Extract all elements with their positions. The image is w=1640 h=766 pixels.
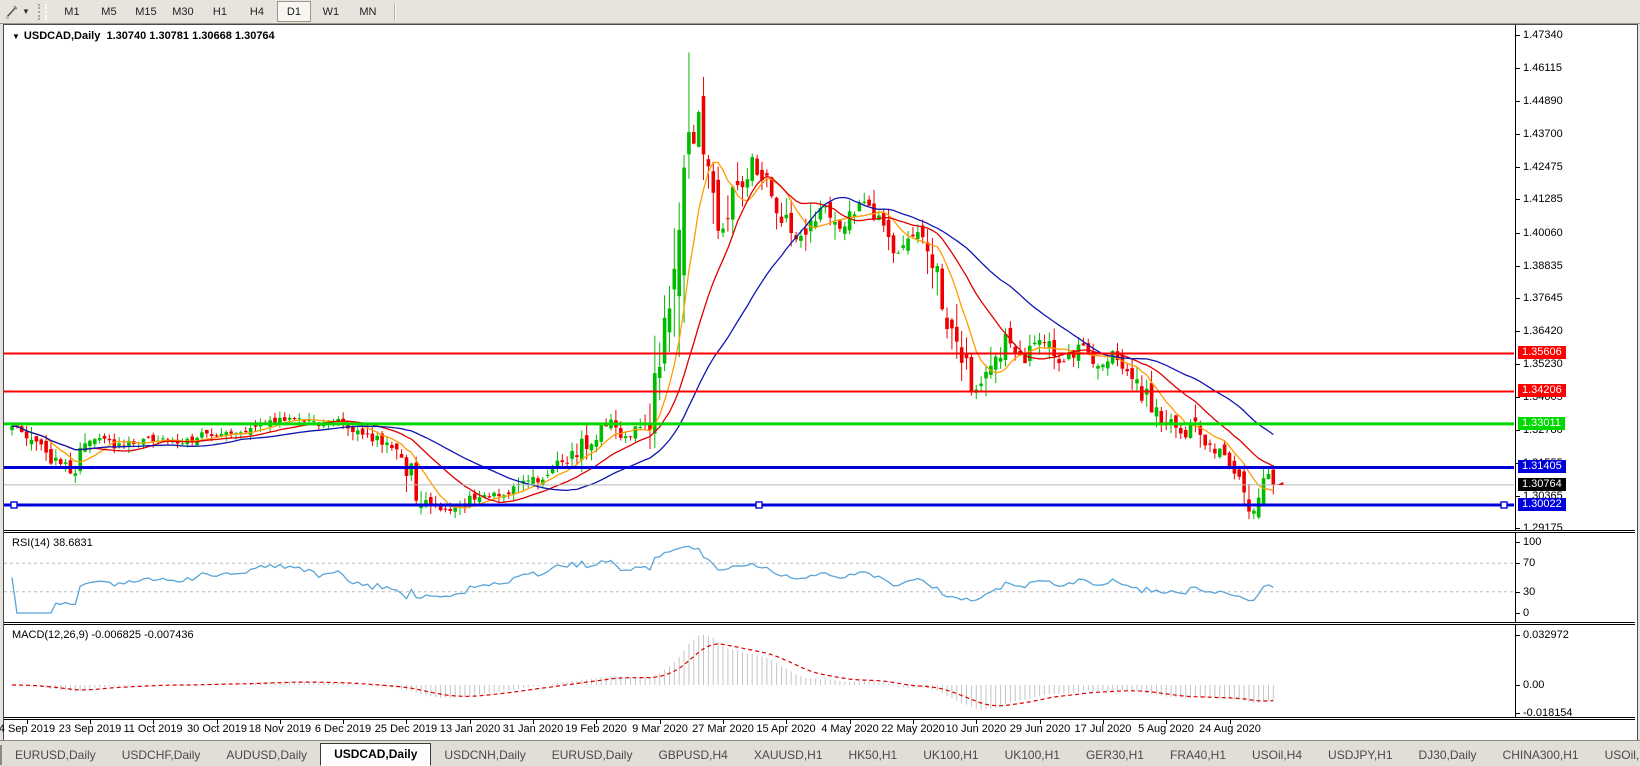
price-tick: 1.41285 (1523, 193, 1563, 205)
rsi-tick-tickmark (1516, 592, 1520, 593)
price-tick-tickmark (1516, 233, 1520, 234)
toolbar-grip[interactable] (37, 3, 47, 20)
tab-hk50-h1[interactable]: HK50,H1 (836, 746, 911, 765)
panel-separator[interactable] (4, 622, 1635, 625)
tab-audusd-daily[interactable]: AUDUSD,Daily (213, 746, 320, 765)
panel-separator[interactable] (4, 530, 1635, 533)
tab-eurusd-daily[interactable]: EURUSD,Daily (539, 746, 646, 765)
timeframe-w1-button[interactable]: W1 (314, 1, 348, 22)
timeframe-mn-button[interactable]: MN (351, 1, 385, 22)
price-tick: 1.47340 (1523, 29, 1563, 41)
tab-usdchf-daily[interactable]: USDCHF,Daily (109, 746, 214, 765)
timeframe-m30-button[interactable]: M30 (166, 1, 200, 22)
timeframe-m1-button[interactable]: M1 (55, 1, 89, 22)
tab-uk100-h1[interactable]: UK100,H1 (910, 746, 991, 765)
price-badge-1-35606: 1.35606 (1518, 346, 1566, 359)
rsi-tick: 100 (1523, 536, 1542, 548)
price-chart-canvas[interactable] (4, 25, 1514, 531)
price-tick-tickmark (1516, 496, 1520, 497)
timeframe-m15-button[interactable]: M15 (129, 1, 163, 22)
tab-eurusd-daily[interactable]: EURUSD,Daily (2, 746, 109, 765)
price-tick: 1.44890 (1523, 95, 1563, 107)
timeframe-m5-button[interactable]: M5 (92, 1, 126, 22)
price-tick-tickmark (1516, 134, 1520, 135)
macd-tick: 0.00 (1523, 679, 1545, 691)
tab-usdjpy-h1[interactable]: USDJPY,H1 (1315, 746, 1405, 765)
tab-xauusd-h1[interactable]: XAUUSD,H1 (741, 746, 836, 765)
price-tick-tickmark (1516, 528, 1520, 529)
price-axis[interactable]: 1.47340 1.46115 1.44890 1.43700 1.42475 1.412… (1515, 25, 1637, 719)
price-tick-tickmark (1516, 101, 1520, 102)
tab-usdcnh-daily[interactable]: USDCNH,Daily (431, 746, 538, 765)
tab-usoil-h1[interactable]: USOil,H1 (1592, 746, 1640, 765)
price-badge-1-33011: 1.33011 (1518, 417, 1565, 430)
timeframe-d1-button[interactable]: D1 (276, 1, 311, 22)
rsi-tick: 0 (1523, 607, 1530, 619)
tab-fra40-h1[interactable]: FRA40,H1 (1157, 746, 1239, 765)
chart-tab-bar: EURUSD,Daily USDCHF,Daily AUDUSD,Daily USDC… (0, 740, 1640, 766)
tab-usoil-h4[interactable]: USOil,H4 (1239, 746, 1315, 765)
price-tick: 1.36420 (1523, 325, 1563, 337)
tab-dj30-daily[interactable]: DJ30,Daily (1406, 746, 1490, 765)
price-tick: 1.37645 (1523, 292, 1563, 304)
macd-panel-canvas[interactable] (4, 625, 1514, 718)
price-tick-tickmark (1516, 167, 1520, 168)
price-tick: 1.35230 (1523, 358, 1563, 370)
macd-tick-tickmark (1516, 685, 1520, 686)
toolbar-divider (393, 2, 395, 21)
macd-tick-tickmark (1516, 713, 1520, 714)
tab-uk100-h1[interactable]: UK100,H1 (992, 746, 1073, 765)
price-tick-tickmark (1516, 35, 1520, 36)
date-label: 24 Aug 2020 (1199, 723, 1261, 735)
rsi-tick-tickmark (1516, 613, 1520, 614)
symbol-collapse-icon[interactable]: ▼ (12, 32, 20, 41)
rsi-tick: 30 (1523, 586, 1536, 598)
price-tick-tickmark (1516, 266, 1520, 267)
drawing-tool-icon[interactable] (3, 3, 21, 21)
tab-usdcad-daily[interactable]: USDCAD,Daily (320, 743, 432, 766)
chart-window: ▼ USDCAD,Daily 1.30740 1.30781 1.30668 1.… (0, 24, 1638, 741)
macd-indicator-label: MACD(12,26,9) -0.006825 -0.007436 (12, 629, 194, 641)
price-tick-tickmark (1516, 298, 1520, 299)
rsi-indicator-label: RSI(14) 38.6831 (12, 537, 93, 549)
top-toolbar: ▼ M1 M5 M15 M30 H1 H4 D1 W1 MN (0, 0, 1640, 24)
date-axis[interactable]: 4 Sep 2019 23 Sep 2019 11 Oct 2019 30 Oct 2… (0, 720, 1635, 738)
price-badge-1-31405: 1.31405 (1518, 460, 1566, 473)
price-badge-1-34206: 1.34206 (1518, 384, 1566, 397)
price-tick: 1.46115 (1523, 62, 1562, 74)
rsi-panel-canvas[interactable] (4, 533, 1514, 623)
macd-tick-tickmark (1516, 635, 1520, 636)
price-tick-tickmark (1516, 430, 1520, 431)
panel-separator[interactable] (4, 717, 1635, 720)
macd-tick: 0.032972 (1523, 629, 1569, 641)
rsi-tick: 70 (1523, 557, 1536, 569)
price-tick: 1.43700 (1523, 128, 1563, 140)
rsi-tick-tickmark (1516, 563, 1520, 564)
rsi-tick-tickmark (1516, 542, 1520, 543)
timeframe-h1-button[interactable]: H1 (203, 1, 237, 22)
timeframe-h4-button[interactable]: H4 (240, 1, 274, 22)
price-badge-1-30022: 1.30022 (1518, 498, 1566, 511)
price-tick: 1.40060 (1523, 227, 1563, 239)
tab-gbpusd-h4[interactable]: GBPUSD,H4 (645, 746, 740, 765)
price-tick-tickmark (1516, 331, 1520, 332)
price-tick-tickmark (1516, 68, 1520, 69)
price-badge-1-30764: 1.30764 (1518, 478, 1566, 491)
symbol-ohlc-text: USDCAD,Daily 1.30740 1.30781 1.30668 1.3… (23, 30, 275, 42)
price-tick-tickmark (1516, 364, 1520, 365)
tab-china300-h1[interactable]: CHINA300,H1 (1490, 746, 1592, 765)
drawing-tool-dropdown-icon[interactable]: ▼ (22, 7, 30, 16)
price-tick-tickmark (1516, 397, 1520, 398)
price-tick-tickmark (1516, 199, 1520, 200)
chart-symbol-label: ▼ USDCAD,Daily 1.30740 1.30781 1.30668 1.… (12, 30, 275, 42)
price-tick: 1.38835 (1523, 260, 1563, 272)
price-tick: 1.42475 (1523, 161, 1563, 173)
tab-ger30-h1[interactable]: GER30,H1 (1073, 746, 1157, 765)
